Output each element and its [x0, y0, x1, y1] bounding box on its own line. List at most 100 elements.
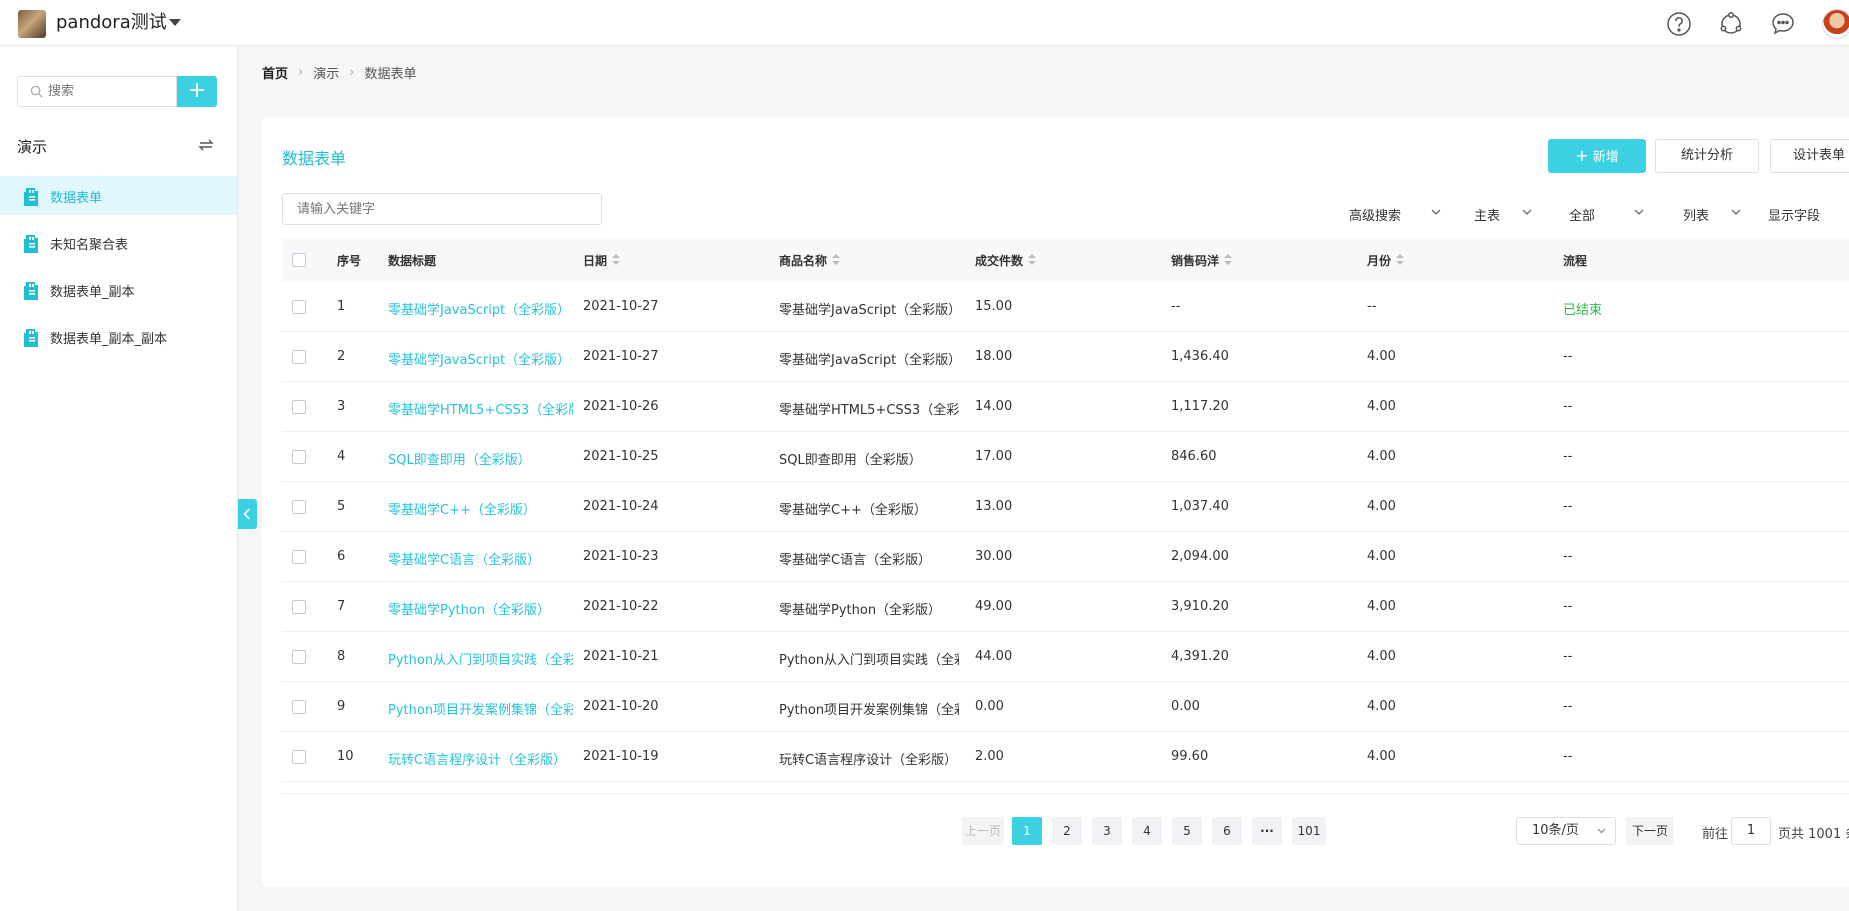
table-cell: 15.00: [975, 299, 1013, 314]
table-cell: 4.00: [1367, 349, 1396, 364]
row-checkbox[interactable]: [292, 600, 306, 614]
table-cell: 零基础学HTML5+CSS3（全彩版）: [779, 403, 959, 418]
display-fields-dropdown[interactable]: 显示字段: [1768, 205, 1820, 224]
swap-icon[interactable]: [197, 136, 215, 154]
table-row[interactable]: 9 Python项目开发案例集锦（全彩版 2021-10-20 Python项目开发案…: [282, 682, 1849, 732]
table-cell: 2021-10-26: [583, 399, 659, 414]
table-cell: 零基础学JavaScript（全彩版）: [779, 303, 959, 318]
advanced-search-dropdown[interactable]: 高级搜索: [1349, 205, 1441, 224]
table-row[interactable]: 1 零基础学JavaScript（全彩版） 2021-10-27 零基础学JavaSc…: [282, 282, 1849, 332]
table-cell: 2021-10-20: [583, 699, 659, 714]
goto-page-input[interactable]: 1: [1731, 817, 1771, 845]
table-cell[interactable]: 零基础学C++（全彩版）: [388, 499, 536, 518]
table-row[interactable]: 4 SQL即查即用（全彩版） 2021-10-25 SQL即查即用（全彩版） 17.00…: [282, 432, 1849, 482]
table-cell[interactable]: 零基础学JavaScript（全彩版）: [388, 299, 570, 318]
total-count: 页共 1001 条: [1778, 827, 1849, 842]
table-row[interactable]: 8 Python从入门到项目实践（全彩版 2021-10-21 Python从入门到项…: [282, 632, 1849, 682]
table-cell[interactable]: 零基础学Python（全彩版）: [388, 599, 550, 618]
row-checkbox[interactable]: [292, 300, 306, 314]
table-row[interactable]: 3 零基础学HTML5+CSS3（全彩版） 2021-10-26 零基础学HTML5+…: [282, 382, 1849, 432]
table-cell: 1,117.20: [1171, 399, 1229, 414]
more-pages-button[interactable]: ···: [1252, 817, 1282, 845]
share-icon[interactable]: [1718, 11, 1744, 37]
table-cell: 4.00: [1367, 499, 1396, 514]
add-record-button[interactable]: + 新增: [1548, 139, 1646, 173]
row-checkbox[interactable]: [292, 650, 306, 664]
table-cell: 2021-10-27: [583, 299, 659, 314]
breadcrumb-home[interactable]: 首页: [262, 63, 288, 82]
table-cell[interactable]: SQL即查即用（全彩版）: [388, 449, 531, 468]
statistics-button[interactable]: 统计分析: [1655, 139, 1759, 173]
row-checkbox[interactable]: [292, 350, 306, 364]
table-cell: 0.00: [1171, 699, 1200, 714]
row-checkbox[interactable]: [292, 450, 306, 464]
help-icon[interactable]: [1666, 11, 1692, 37]
table-cell: 4.00: [1367, 549, 1396, 564]
row-checkbox[interactable]: [292, 500, 306, 514]
app-title[interactable]: pandora测试: [56, 10, 167, 36]
table-cell: 7: [337, 599, 346, 614]
page-5-button[interactable]: 5: [1172, 817, 1202, 845]
add-form-button[interactable]: +: [177, 76, 217, 107]
page-3-button[interactable]: 3: [1092, 817, 1122, 845]
app-logo[interactable]: [18, 10, 46, 38]
table-cell[interactable]: 零基础学HTML5+CSS3（全彩版）: [388, 399, 573, 418]
sidebar-item-data-form-copy[interactable]: 数据表单_副本: [0, 270, 237, 309]
table-cell: 17.00: [975, 449, 1013, 464]
table-cell[interactable]: Python项目开发案例集锦（全彩版: [388, 699, 573, 718]
sidebar-search-input[interactable]: [48, 77, 173, 106]
sidebar-item-data-form[interactable]: 数据表单: [0, 176, 237, 215]
table-row[interactable]: 6 零基础学C语言（全彩版） 2021-10-23 零基础学C语言（全彩版） 30.00…: [282, 532, 1849, 582]
column-header-sales[interactable]: 销售码洋: [1171, 252, 1233, 269]
column-header-product[interactable]: 商品名称: [779, 252, 841, 269]
table-cell: --: [1563, 699, 1573, 714]
page-1-button[interactable]: 1: [1012, 817, 1042, 845]
table-row[interactable]: 10 玩转C语言程序设计（全彩版） 2021-10-19 玩转C语言程序设计（全彩版）…: [282, 732, 1849, 782]
view-mode-dropdown[interactable]: 列表: [1683, 205, 1741, 224]
chevron-down-icon: [1522, 209, 1532, 215]
table-cell[interactable]: Python从入门到项目实践（全彩版: [388, 649, 573, 668]
table-row[interactable]: 5 零基础学C++（全彩版） 2021-10-24 零基础学C++（全彩版） 13.00…: [282, 482, 1849, 532]
column-header-date[interactable]: 日期: [583, 252, 621, 269]
table-cell[interactable]: 零基础学JavaScript（全彩版）: [388, 349, 570, 368]
user-avatar[interactable]: [1822, 9, 1849, 39]
row-checkbox[interactable]: [292, 700, 306, 714]
column-header-month[interactable]: 月份: [1367, 252, 1405, 269]
page-4-button[interactable]: 4: [1132, 817, 1162, 845]
table-row[interactable]: 7 零基础学Python（全彩版） 2021-10-22 零基础学Python（全彩版…: [282, 582, 1849, 632]
table-cell: --: [1563, 749, 1573, 764]
table-cell[interactable]: 玩转C语言程序设计（全彩版）: [388, 749, 566, 768]
row-checkbox[interactable]: [292, 550, 306, 564]
table-cell: 13.00: [975, 499, 1013, 514]
table-cell: --: [1563, 449, 1573, 464]
select-all-checkbox[interactable]: [292, 253, 306, 267]
page-size-select[interactable]: 10条/页: [1516, 817, 1616, 845]
sidebar-search[interactable]: [17, 76, 177, 107]
row-checkbox[interactable]: [292, 750, 306, 764]
last-page-button[interactable]: 101: [1292, 817, 1326, 845]
main-table-dropdown[interactable]: 主表: [1474, 205, 1532, 224]
sidebar-collapse-button[interactable]: [238, 499, 257, 529]
page-2-button[interactable]: 2: [1052, 817, 1082, 845]
row-checkbox[interactable]: [292, 400, 306, 414]
scope-dropdown[interactable]: 全部: [1569, 205, 1644, 224]
table-cell: --: [1563, 549, 1573, 564]
prev-page-button[interactable]: 上一页: [962, 817, 1004, 845]
table-cell: 2,094.00: [1171, 549, 1229, 564]
next-page-button[interactable]: 下一页: [1626, 817, 1674, 845]
sidebar-item-aggregate-table[interactable]: 未知名聚合表: [0, 223, 237, 262]
table-cell[interactable]: 零基础学C语言（全彩版）: [388, 549, 540, 568]
column-header-quantity[interactable]: 成交件数: [975, 252, 1037, 269]
page-6-button[interactable]: 6: [1212, 817, 1242, 845]
table-row[interactable]: 2 零基础学JavaScript（全彩版） 2021-10-27 零基础学JavaSc…: [282, 332, 1849, 382]
app-switch-caret-icon[interactable]: [169, 19, 181, 26]
table-cell: --: [1171, 299, 1181, 314]
breadcrumb-demo[interactable]: 演示: [313, 63, 339, 82]
design-form-button[interactable]: 设计表单: [1770, 139, 1849, 173]
table-cell: 0.00: [975, 699, 1004, 714]
table-cell: 4.00: [1367, 699, 1396, 714]
keyword-search-input[interactable]: [282, 193, 602, 225]
table-cell: --: [1563, 499, 1573, 514]
sidebar-item-data-form-copy-copy[interactable]: 数据表单_副本_副本: [0, 317, 237, 356]
message-icon[interactable]: [1770, 11, 1796, 37]
